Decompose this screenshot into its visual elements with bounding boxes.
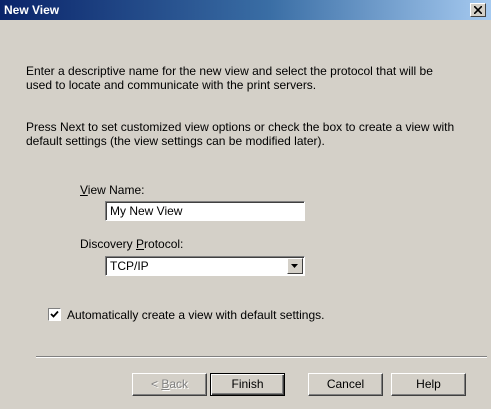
protocol-selected-value: TCP/IP	[110, 259, 149, 273]
view-name-field[interactable]	[105, 201, 305, 221]
intro-line-4: default settings (the view settings can …	[26, 134, 325, 148]
help-button[interactable]: Help	[391, 373, 466, 396]
auto-create-checkbox[interactable]	[48, 308, 61, 321]
intro-line-3: Press Next to set customized view option…	[26, 120, 455, 134]
checkmark-icon	[50, 310, 59, 318]
discovery-protocol-label: Discovery Protocol:	[80, 237, 184, 251]
protocol-select[interactable]: TCP/IP	[105, 256, 305, 276]
button-separator	[36, 356, 487, 358]
close-button[interactable]	[470, 3, 486, 17]
window-title: New View	[4, 3, 60, 17]
intro-line-1: Enter a descriptive name for the new vie…	[26, 64, 433, 78]
cancel-button[interactable]: Cancel	[308, 373, 383, 396]
chevron-down-icon	[291, 264, 298, 268]
close-icon	[474, 6, 482, 14]
back-button[interactable]: < Back	[132, 373, 207, 396]
intro-line-2: used to locate and communicate with the …	[26, 78, 317, 92]
view-name-label: View Name:	[80, 183, 145, 197]
auto-create-label[interactable]: Automatically create a view with default…	[67, 308, 324, 322]
finish-button[interactable]: Finish	[210, 373, 285, 396]
title-bar: New View	[0, 0, 491, 20]
view-name-input[interactable]	[108, 203, 302, 219]
protocol-dropdown-button[interactable]	[287, 258, 303, 274]
